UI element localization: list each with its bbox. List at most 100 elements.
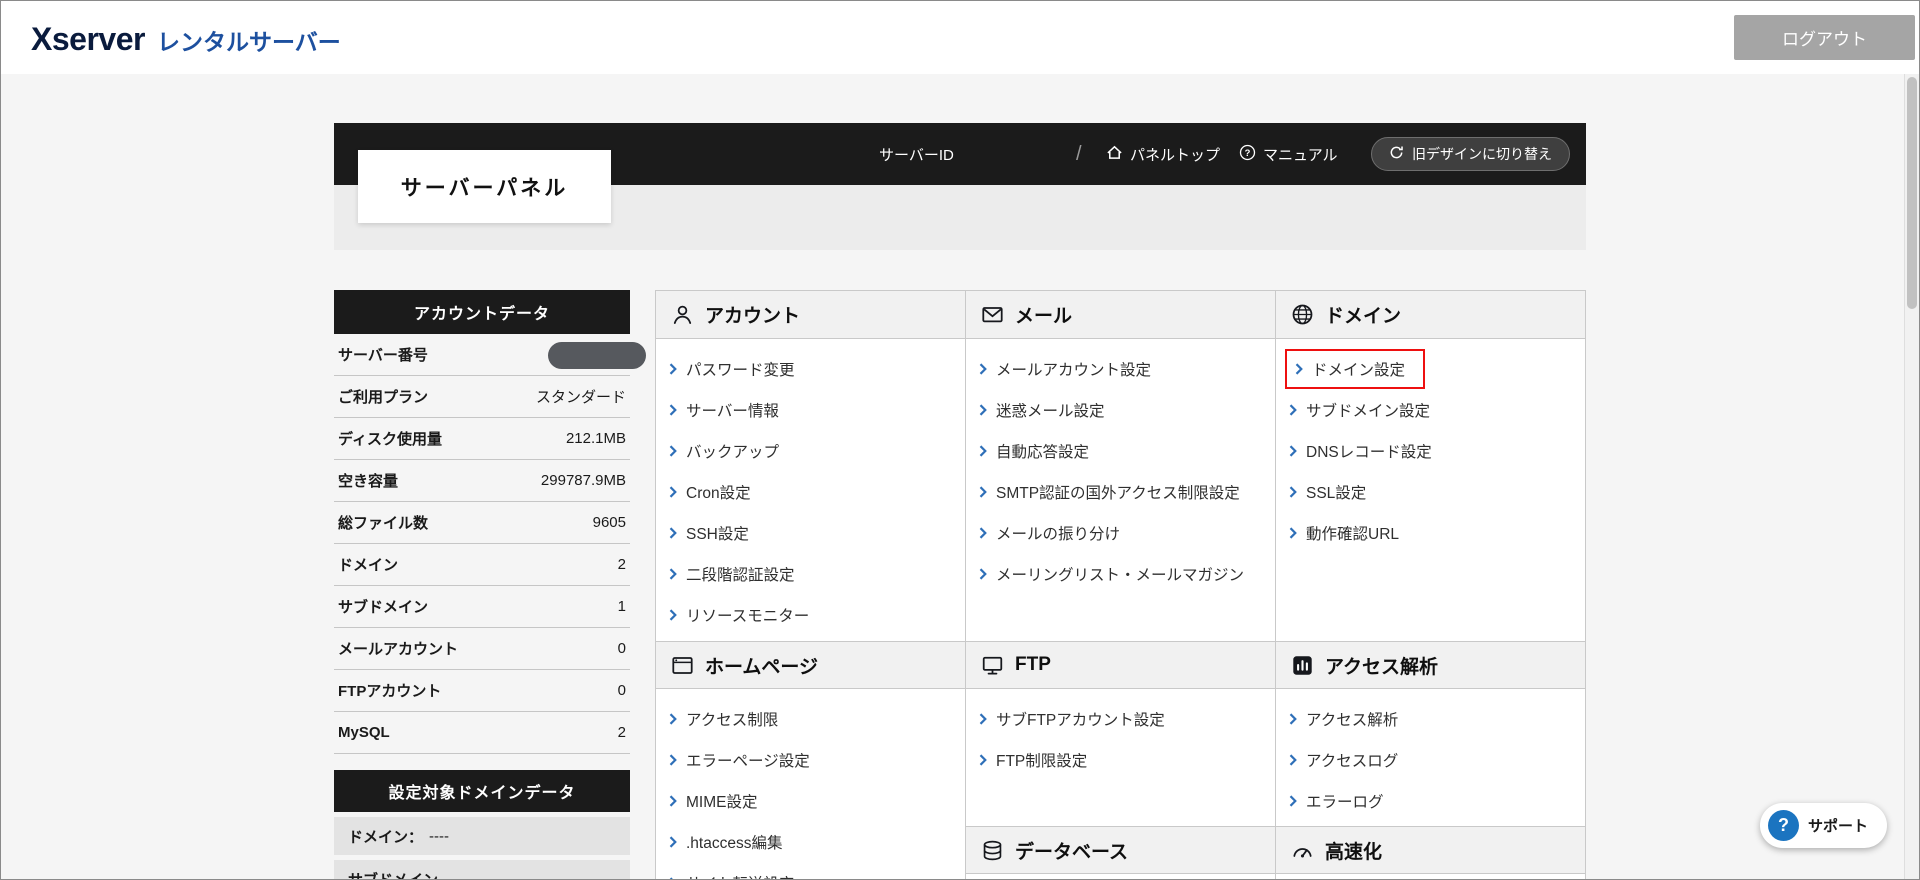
account-data-row: FTPアカウント0 [334,670,630,712]
target-domain-rows: ドメイン：----サブドメイン [334,817,630,880]
item-inner: サイト転送設定 [669,872,795,880]
chevron-right-icon [669,527,677,539]
chevron-right-icon [1289,445,1297,457]
account-data-value: 212.1MB [566,430,626,447]
menu-item[interactable]: メールの振り分け [966,512,1275,553]
menu-item[interactable]: 動作確認URL [1276,512,1585,553]
item-inner: 二段階認証設定 [669,563,795,585]
item-inner: FTP制限設定 [979,749,1087,771]
breadcrumb-separator: / [1076,123,1082,185]
menu-item-label: ドメイン設定 [1312,358,1405,380]
menu-grid: アカウントパスワード変更サーバー情報バックアップCron設定SSH設定二段階認証… [655,290,1586,880]
menu-item[interactable]: SSL設定 [1276,471,1585,512]
menu-item[interactable]: サイト転送設定 [656,862,965,880]
account-data-row: MySQL2 [334,712,630,754]
sidebar: アカウントデータ サーバー番号ご利用プランスタンダードディスク使用量212.1M… [334,290,630,880]
chevron-right-icon [1289,754,1297,766]
menu-item[interactable]: バックアップ [656,430,965,471]
menu-item[interactable]: エラーページ設定 [656,739,965,780]
manual-link[interactable]: ? マニュアル [1239,123,1338,185]
old-design-button[interactable]: 旧デザインに切り替え [1371,137,1570,171]
account-data-value: 1 [618,598,626,615]
logout-button[interactable]: ログアウト [1734,15,1915,60]
menu-item[interactable]: 二段階認証設定 [656,553,965,594]
menu-item[interactable]: 自動応答設定 [966,430,1275,471]
item-inner: メールの振り分け [979,522,1120,544]
speed-icon [1290,838,1314,862]
menu-section-account: アカウントパスワード変更サーバー情報バックアップCron設定SSH設定二段階認証… [656,291,965,641]
menu-item[interactable]: SMTP認証の国外アクセス制限設定 [966,471,1275,512]
item-inner: SMTP認証の国外アクセス制限設定 [979,481,1240,503]
account-data-row: ドメイン2 [334,544,630,586]
menu-item[interactable]: アクセスログ [1276,739,1585,780]
home-icon [1106,144,1123,165]
account-data-row: メールアカウント0 [334,628,630,670]
menu-item[interactable]: サーバー情報 [656,389,965,430]
menu-item-label: エラーページ設定 [686,749,810,771]
menu-item[interactable]: .htaccess編集 [656,821,965,862]
menu-item-list: アクセス解析アクセスログエラーログ [1276,689,1585,821]
menu-item-label: 迷惑メール設定 [996,399,1105,421]
target-domain-value: ---- [429,828,449,845]
menu-item-label: DNSレコード設定 [1306,440,1432,462]
menu-item[interactable]: サブFTPアカウント設定 [966,698,1275,739]
menu-item[interactable]: メーリングリスト・メールマガジン [966,553,1275,594]
panel-top-link[interactable]: パネルトップ [1106,123,1220,185]
menu-item-list: ドメイン設定サブドメイン設定 DNSレコード設定 SSL設定動作確認URL [1276,339,1585,553]
ftp-icon [980,653,1004,677]
target-domain-row: サブドメイン [334,860,630,880]
support-label: サポート [1808,815,1868,836]
account-data-label: メールアカウント [338,638,458,659]
globe-icon [1290,303,1314,327]
account-data-label: ドメイン [338,554,398,575]
section-header-ftp: FTP [966,641,1275,689]
menu-item[interactable]: SSH設定 [656,512,965,553]
account-data-label: MySQL [338,724,390,741]
menu-item[interactable]: サブドメイン設定 [1276,389,1585,430]
section-header-database: データベース [966,826,1275,874]
refresh-icon [1389,145,1404,163]
item-inner: DNSレコード設定 [1289,440,1432,462]
support-button[interactable]: ? サポート [1760,803,1887,848]
item-inner: .htaccess編集 [669,831,782,853]
user-icon [670,303,694,327]
menu-item-label: メールの振り分け [996,522,1120,544]
chevron-right-icon [979,445,987,457]
menu-item[interactable]: リソースモニター [656,594,965,635]
menu-item[interactable]: 迷惑メール設定 [966,389,1275,430]
chevron-right-icon [669,795,677,807]
menu-item-list: アクセス制限エラーページ設定 MIME設定 .htaccess編集サイト転送設定 [656,689,965,880]
menu-item[interactable]: メールアカウント設定 [966,348,1275,389]
menu-item[interactable]: パスワード変更 [656,348,965,389]
section-title: メール [1015,301,1072,328]
menu-item[interactable]: アクセス制限 [656,698,965,739]
account-data-value: 0 [618,682,626,699]
menu-section-database: データベース [966,826,1275,880]
menu-item[interactable]: FTP制限設定 [966,739,1275,780]
scrollbar-thumb[interactable] [1907,77,1917,309]
item-inner: 自動応答設定 [979,440,1089,462]
xserver-logo[interactable]: Xserver レンタルサーバー [31,1,341,74]
old-design-label: 旧デザインに切り替え [1412,144,1552,164]
account-data-label: 空き容量 [338,470,398,491]
manual-label: マニュアル [1263,144,1338,165]
scrollbar[interactable] [1904,74,1919,879]
menu-item-list: パスワード変更サーバー情報バックアップ Cron設定 SSH設定二段階認証設定リソー… [656,339,965,635]
item-inner: リソースモニター [669,604,809,626]
menu-item[interactable]: Cron設定 [656,471,965,512]
menu-item[interactable]: アクセス解析 [1276,698,1585,739]
menu-item[interactable]: ドメイン設定 [1276,348,1585,389]
mail-icon [980,303,1004,327]
menu-item[interactable]: DNSレコード設定 [1276,430,1585,471]
menu-item-label: サーバー情報 [686,399,779,421]
menu-item[interactable]: エラーログ [1276,780,1585,821]
chevron-right-icon [669,363,677,375]
menu-item-label: Cron設定 [686,481,751,503]
menu-item-label: アクセス解析 [1306,708,1398,730]
server-id-label: サーバーID [879,123,954,185]
account-data-label: サブドメイン [338,596,428,617]
account-data-value: 299787.9MB [541,472,626,489]
menu-item[interactable]: MIME設定 [656,780,965,821]
chevron-right-icon [1289,795,1297,807]
account-data-label: サーバー番号 [338,344,428,365]
